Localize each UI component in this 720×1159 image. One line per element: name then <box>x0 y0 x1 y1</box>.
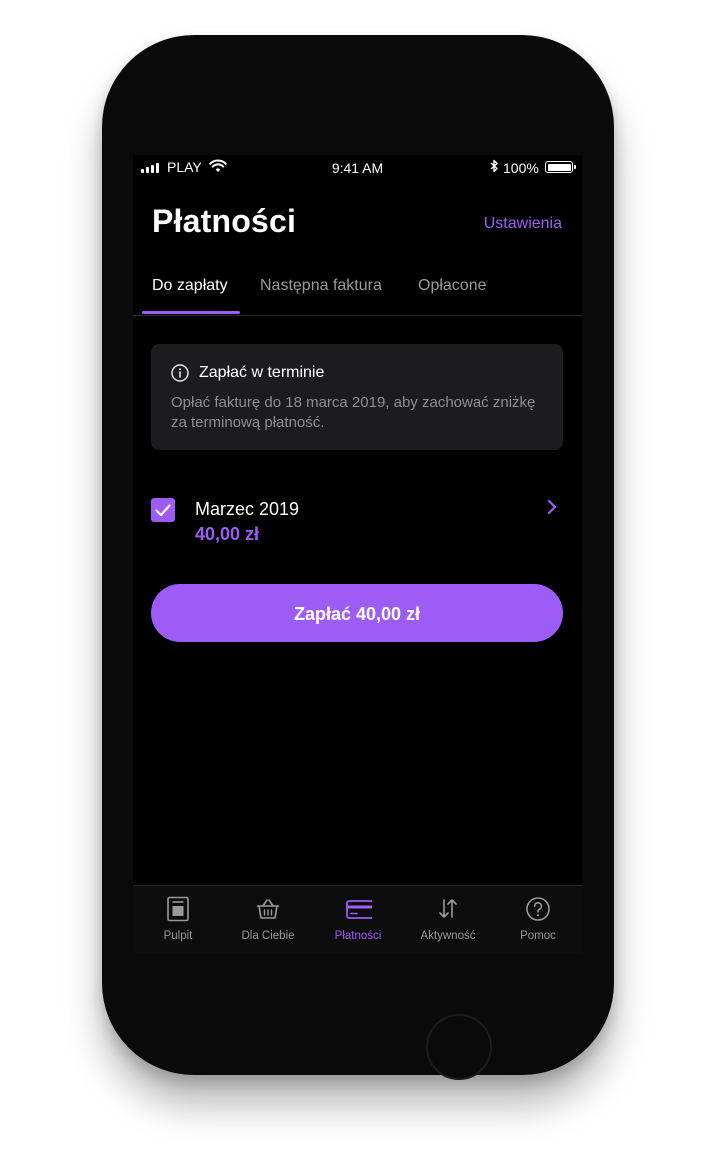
nav-label-pomoc: Pomoc <box>520 930 556 942</box>
tab-do-zaplaty[interactable]: Do zapłaty <box>152 277 228 295</box>
basket-icon <box>256 899 280 919</box>
arrows-updown-icon <box>439 899 457 918</box>
checkmark-icon <box>155 504 171 517</box>
invoice-row[interactable]: Marzec 2019 40,00 zł <box>133 485 582 545</box>
app-screen: PLAY 9:41 AM 100% Płatności Ustawienia D… <box>133 155 582 953</box>
nav-item-platnosci[interactable]: Płatności <box>313 886 403 952</box>
page-title: Płatności <box>152 203 297 239</box>
nav-item-dla-ciebie[interactable]: Dla Ciebie <box>223 886 313 952</box>
nav-item-pulpit[interactable]: Pulpit <box>133 886 223 952</box>
info-card-text: Opłać fakturę do 18 marca 2019, aby zach… <box>171 394 536 431</box>
info-card-title: Zapłać w terminie <box>199 364 325 381</box>
battery-percentage: 100% <box>503 160 539 176</box>
battery-icon <box>545 161 576 173</box>
canvas: PLAY 9:41 AM 100% Płatności Ustawienia D… <box>0 0 720 1159</box>
invoice-amount: 40,00 zł <box>195 524 260 544</box>
tab-nastepna-faktura[interactable]: Następna faktura <box>260 277 382 295</box>
active-tab-indicator <box>142 311 240 314</box>
credit-card-icon <box>346 900 372 919</box>
invoice-checkbox[interactable] <box>151 498 175 522</box>
tab-oplacone[interactable]: Opłacone <box>418 277 487 295</box>
nav-label-dla-ciebie: Dla Ciebie <box>241 930 295 942</box>
invoice-title: Marzec 2019 <box>195 499 300 519</box>
tab-bar: Do zapłaty Następna faktura Opłacone <box>133 267 582 316</box>
dashboard-icon <box>167 896 189 922</box>
chevron-right-icon[interactable] <box>546 498 558 516</box>
info-card: Zapłać w terminie Opłać fakturę do 18 ma… <box>151 344 563 450</box>
nav-item-aktywnosc[interactable]: Aktywność <box>403 886 493 952</box>
pay-button[interactable]: Zapłać 40,00 zł <box>151 584 563 642</box>
bottom-nav: Pulpit Dla Ciebie Płatności Aktywność Po… <box>133 885 582 953</box>
help-icon <box>526 897 550 921</box>
nav-label-pulpit: Pulpit <box>163 930 193 942</box>
home-button[interactable] <box>426 1014 492 1080</box>
info-icon <box>171 364 189 382</box>
nav-label-aktywnosc: Aktywność <box>420 930 476 942</box>
nav-item-pomoc[interactable]: Pomoc <box>493 886 582 952</box>
bluetooth-icon <box>490 159 498 173</box>
nav-label-platnosci: Płatności <box>334 930 382 942</box>
status-bar: PLAY 9:41 AM 100% <box>133 155 582 181</box>
settings-link[interactable]: Ustawienia <box>484 215 562 233</box>
